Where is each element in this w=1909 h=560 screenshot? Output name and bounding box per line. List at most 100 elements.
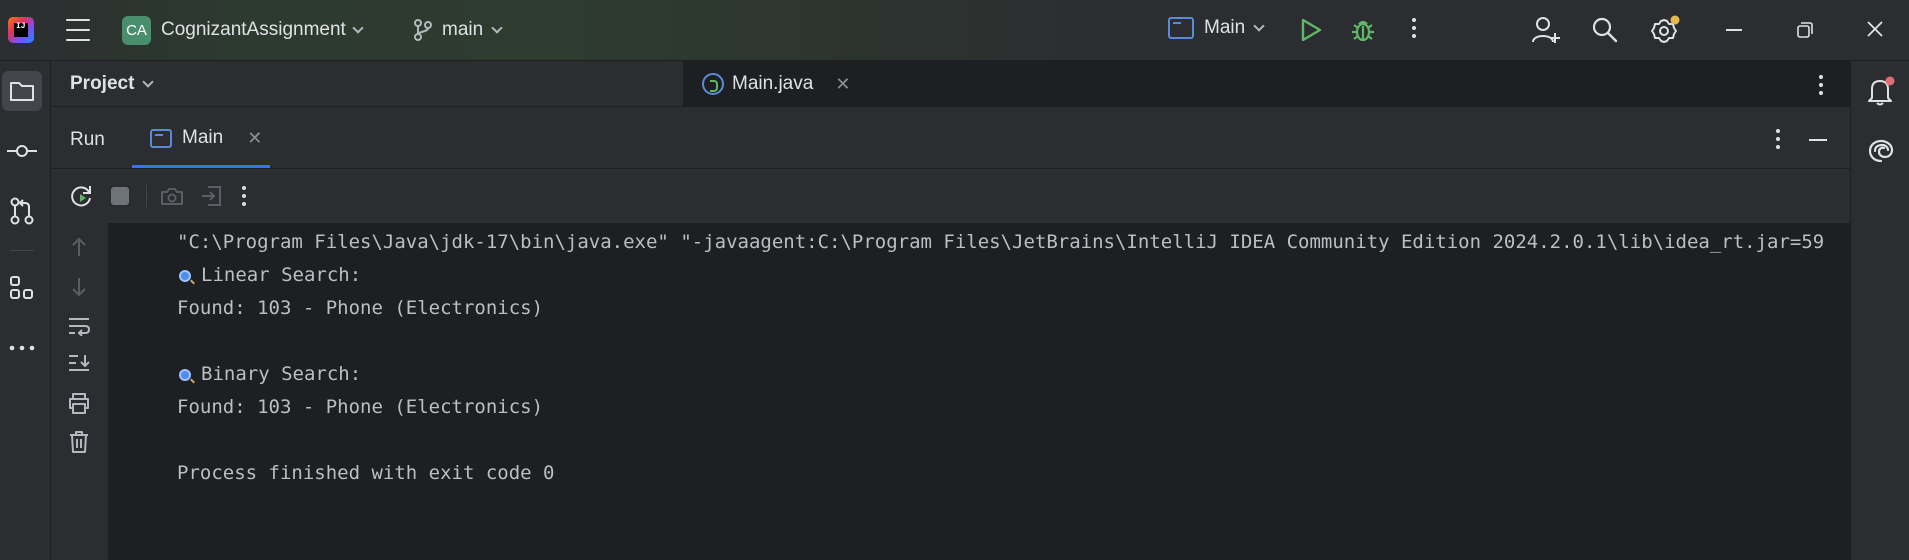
more-tool-windows-button[interactable] xyxy=(2,328,42,368)
ai-assistant-icon xyxy=(1868,139,1894,163)
project-tool-button[interactable] xyxy=(2,71,42,111)
editor-tab-label: Main.java xyxy=(732,73,814,94)
rerun-icon xyxy=(71,186,91,207)
clear-all-button[interactable] xyxy=(66,429,92,455)
run-tab-label: Main xyxy=(182,127,224,148)
run-tab-main[interactable]: Main ✕ xyxy=(150,127,262,149)
console-line: Binary Search: xyxy=(177,363,361,385)
previous-occurrence-button[interactable] xyxy=(66,234,92,260)
dump-threads-button[interactable] xyxy=(159,183,185,209)
minimize-window-button[interactable] xyxy=(1726,29,1742,31)
project-switcher[interactable]: CognizantAssignment xyxy=(161,19,364,41)
structure-tool-button[interactable] xyxy=(2,268,42,308)
search-everywhere-button[interactable] xyxy=(1591,16,1619,44)
more-icon xyxy=(1819,75,1823,79)
console-output[interactable]: "C:\Program Files\Java\jdk-17\bin\java.e… xyxy=(109,223,1850,560)
run-configuration-selector[interactable]: Main xyxy=(1168,17,1265,39)
right-tool-strip xyxy=(1850,61,1909,560)
editor-tabs: Main.java ✕ xyxy=(684,61,1850,106)
chevron-down-icon xyxy=(1253,19,1265,32)
exit-icon xyxy=(202,186,221,206)
project-view-selector[interactable]: Project xyxy=(70,73,155,95)
folder-icon xyxy=(10,82,34,101)
console-line: "C:\Program Files\Java\jdk-17\bin\java.e… xyxy=(177,231,1825,253)
up-arrow-icon xyxy=(72,237,86,256)
soft-wrap-button[interactable] xyxy=(66,313,92,339)
toolbar-separator xyxy=(146,185,147,207)
search-emoji-icon xyxy=(179,369,191,381)
debug-button[interactable] xyxy=(1350,17,1376,43)
run-config-icon xyxy=(150,128,172,148)
settings-icon xyxy=(1651,15,1680,43)
title-bar: IJ CA CognizantAssignment main Main xyxy=(0,0,1909,61)
run-panel-options-button[interactable] xyxy=(1776,129,1780,149)
close-tab-icon[interactable]: ✕ xyxy=(247,128,262,149)
editor-tab[interactable]: Main.java ✕ xyxy=(702,73,850,95)
branch-name: main xyxy=(442,19,484,40)
main-menu-button[interactable] xyxy=(66,19,90,41)
run-toolbar-more-button[interactable] xyxy=(240,183,248,209)
more-icon xyxy=(242,186,246,190)
pull-request-icon xyxy=(10,197,34,225)
run-panel-header: Run Main ✕ xyxy=(51,107,1850,169)
more-icon xyxy=(1776,129,1780,133)
notifications-button[interactable] xyxy=(1861,71,1901,111)
console-line: Process finished with exit code 0 xyxy=(177,462,555,484)
debug-icon xyxy=(1352,20,1374,42)
run-config-label: Main xyxy=(1204,17,1246,38)
print-button[interactable] xyxy=(66,390,92,416)
search-emoji-icon xyxy=(179,270,191,282)
chevron-down-icon xyxy=(352,21,364,34)
rerun-button[interactable] xyxy=(68,183,94,209)
print-icon xyxy=(69,393,89,414)
chevron-down-icon xyxy=(142,75,155,88)
branch-icon xyxy=(414,19,432,41)
more-tools-icon xyxy=(9,345,35,351)
active-tab-indicator xyxy=(132,165,270,168)
editor-tabs-more-button[interactable] xyxy=(1819,75,1823,95)
ai-assistant-button[interactable] xyxy=(1861,131,1901,171)
structure-icon xyxy=(10,276,33,299)
branch-switcher[interactable]: main xyxy=(414,19,503,41)
run-config-icon xyxy=(1168,17,1194,39)
screenshot-icon xyxy=(161,188,183,205)
ide-logo[interactable]: IJ xyxy=(8,17,34,43)
run-toolbar xyxy=(51,169,1850,223)
chevron-down-icon xyxy=(491,21,503,34)
run-panel-title: Run xyxy=(70,129,105,150)
hide-panel-button[interactable] xyxy=(1809,139,1827,141)
scroll-to-end-icon xyxy=(69,355,90,371)
close-window-button[interactable] xyxy=(1866,20,1884,38)
commit-tool-button[interactable] xyxy=(2,131,42,171)
settings-button[interactable] xyxy=(1650,15,1680,45)
exit-button[interactable] xyxy=(199,183,225,209)
run-button[interactable] xyxy=(1300,17,1326,43)
next-occurrence-button[interactable] xyxy=(66,274,92,300)
restore-window-button[interactable] xyxy=(1796,21,1814,39)
trash-icon xyxy=(70,431,88,453)
restore-icon xyxy=(1797,22,1813,38)
commit-icon xyxy=(7,145,37,157)
more-icon xyxy=(1412,18,1416,22)
stop-button[interactable] xyxy=(107,183,133,209)
console-line-text: Binary Search: xyxy=(201,363,362,385)
run-icon xyxy=(1301,18,1322,42)
console-line-text: Linear Search: xyxy=(201,264,362,286)
hamburger-icon xyxy=(66,19,90,21)
scroll-to-end-button[interactable] xyxy=(66,351,92,377)
search-icon xyxy=(1592,17,1618,43)
console-side-toolbar xyxy=(51,223,109,560)
project-name: CognizantAssignment xyxy=(161,19,346,40)
code-with-me-button[interactable] xyxy=(1531,15,1561,45)
more-actions-button[interactable] xyxy=(1412,18,1416,38)
project-badge[interactable]: CA xyxy=(122,16,151,45)
java-class-icon xyxy=(702,73,724,95)
add-user-icon xyxy=(1532,17,1560,43)
pull-requests-tool-button[interactable] xyxy=(2,191,42,231)
notifications-icon xyxy=(1868,76,1895,106)
console-line: Linear Search: xyxy=(177,264,361,286)
close-tab-icon[interactable]: ✕ xyxy=(835,74,850,95)
console-line: Found: 103 - Phone (Electronics) xyxy=(177,297,544,319)
project-panel-header: Project xyxy=(51,61,684,106)
down-arrow-icon xyxy=(72,278,86,297)
